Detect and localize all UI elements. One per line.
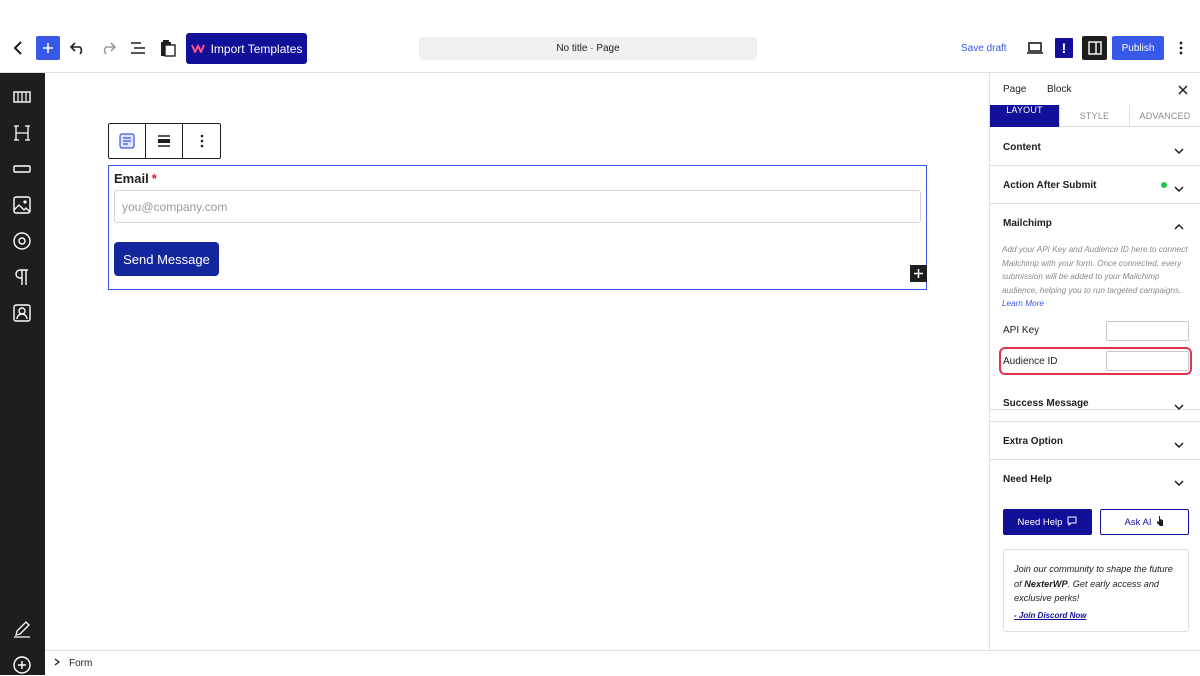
email-label-text: Email xyxy=(114,171,149,186)
send-message-button[interactable]: Send Message xyxy=(114,242,219,276)
profile-block-icon[interactable] xyxy=(11,302,33,324)
mailchimp-description: Add your API Key and Audience ID here to… xyxy=(1002,243,1188,311)
community-card: Join our community to shape the future o… xyxy=(1003,549,1189,632)
undo-icon[interactable] xyxy=(65,34,91,62)
section-label: Content xyxy=(1003,142,1041,153)
add-circle-icon[interactable] xyxy=(11,654,33,676)
redo-icon[interactable] xyxy=(95,34,121,62)
section-content[interactable]: Content xyxy=(990,128,1200,166)
tab-page[interactable]: Page xyxy=(1003,84,1026,95)
block-toolbar xyxy=(108,123,221,159)
chevron-down-icon xyxy=(1173,475,1185,487)
section-label: Action After Submit xyxy=(1003,180,1097,191)
nexter-logo-icon xyxy=(190,42,205,56)
section-label: Extra Option xyxy=(1003,436,1064,447)
email-label: Email * xyxy=(114,171,157,186)
need-help-label: Need Help xyxy=(1017,516,1063,528)
block-inserter-icon[interactable] xyxy=(910,265,927,282)
chevron-right-icon xyxy=(54,658,60,669)
api-key-input[interactable] xyxy=(1106,321,1189,341)
publish-button[interactable]: Publish xyxy=(1112,36,1164,60)
email-input[interactable]: you@company.com xyxy=(114,190,921,223)
section-success-message[interactable]: Success Message xyxy=(990,384,1200,422)
heading-block-icon[interactable] xyxy=(11,122,33,144)
clipboard-icon[interactable] xyxy=(155,34,181,62)
subtab-advanced[interactable]: ADVANCED xyxy=(1130,105,1200,127)
status-dot xyxy=(1161,182,1167,188)
audience-id-input[interactable] xyxy=(1106,351,1189,371)
settings-sidebar: Page Block LAYOUT STYLE ADVANCED Content… xyxy=(989,73,1200,650)
import-templates-label: Import Templates xyxy=(210,41,303,56)
edit-pencil-icon[interactable] xyxy=(11,618,33,640)
left-block-rail xyxy=(0,73,45,675)
preview-desktop-icon[interactable] xyxy=(1026,40,1044,56)
top-toolbar: Import Templates No title · Page Save dr… xyxy=(0,0,1200,73)
paragraph-block-icon[interactable] xyxy=(11,266,33,288)
image-block-icon[interactable] xyxy=(11,194,33,216)
ask-ai-button[interactable]: Ask AI xyxy=(1100,509,1189,535)
radio-block-icon[interactable] xyxy=(11,230,33,252)
community-brand: NexterWP xyxy=(1024,578,1068,589)
chat-icon xyxy=(1067,516,1077,529)
section-label: Need Help xyxy=(1003,474,1052,485)
section-label: Success Message xyxy=(1003,398,1089,409)
chevron-down-icon xyxy=(1173,181,1185,193)
tab-block[interactable]: Block xyxy=(1047,84,1071,95)
breadcrumb-bar: Form xyxy=(45,650,1200,675)
form-block-icon[interactable] xyxy=(109,124,146,158)
section-action-after-submit[interactable]: Action After Submit xyxy=(990,166,1200,204)
list-view-icon[interactable] xyxy=(125,34,151,62)
alert-button[interactable]: ! xyxy=(1055,38,1073,58)
api-key-label: API Key xyxy=(1003,325,1040,336)
chevron-up-icon[interactable] xyxy=(1173,219,1185,230)
align-icon[interactable] xyxy=(146,124,183,158)
learn-more-link[interactable]: Learn More xyxy=(1002,297,1188,311)
add-block-button[interactable] xyxy=(36,36,60,60)
settings-sidebar-toggle[interactable] xyxy=(1082,36,1107,60)
pointer-icon xyxy=(1156,515,1164,529)
document-title[interactable]: No title · Page xyxy=(419,37,757,60)
audience-id-label: Audience ID xyxy=(1003,356,1058,367)
back-icon[interactable] xyxy=(5,34,31,62)
subtab-layout[interactable]: LAYOUT xyxy=(990,105,1060,127)
form-block[interactable]: Email * you@company.com Send Message xyxy=(108,165,927,290)
section-label[interactable]: Mailchimp xyxy=(1003,218,1052,229)
join-discord-link[interactable]: - Join Discord Now xyxy=(1014,609,1178,624)
save-draft-button[interactable]: Save draft xyxy=(961,43,1007,54)
section-need-help[interactable]: Need Help xyxy=(990,460,1200,498)
more-options-icon[interactable] xyxy=(1174,38,1188,58)
ask-ai-label: Ask AI xyxy=(1124,516,1152,528)
need-help-button[interactable]: Need Help xyxy=(1003,509,1092,535)
required-marker: * xyxy=(151,171,157,186)
section-extra-option[interactable]: Extra Option xyxy=(990,422,1200,460)
close-icon[interactable] xyxy=(1177,83,1189,95)
mailchimp-description-text: Add your API Key and Audience ID here to… xyxy=(1002,245,1188,295)
chevron-down-icon xyxy=(1173,399,1185,411)
block-options-icon[interactable] xyxy=(183,124,220,158)
breadcrumb-form[interactable]: Form xyxy=(69,658,92,669)
input-field-block-icon[interactable] xyxy=(11,158,33,180)
chevron-down-icon xyxy=(1173,437,1185,449)
chevron-down-icon xyxy=(1173,143,1185,155)
editor-canvas: Email * you@company.com Send Message xyxy=(45,73,989,650)
subtab-style[interactable]: STYLE xyxy=(1060,105,1130,127)
columns-block-icon[interactable] xyxy=(11,86,33,108)
subtabs: LAYOUT STYLE ADVANCED xyxy=(990,105,1200,127)
import-templates-button[interactable]: Import Templates xyxy=(186,33,307,64)
